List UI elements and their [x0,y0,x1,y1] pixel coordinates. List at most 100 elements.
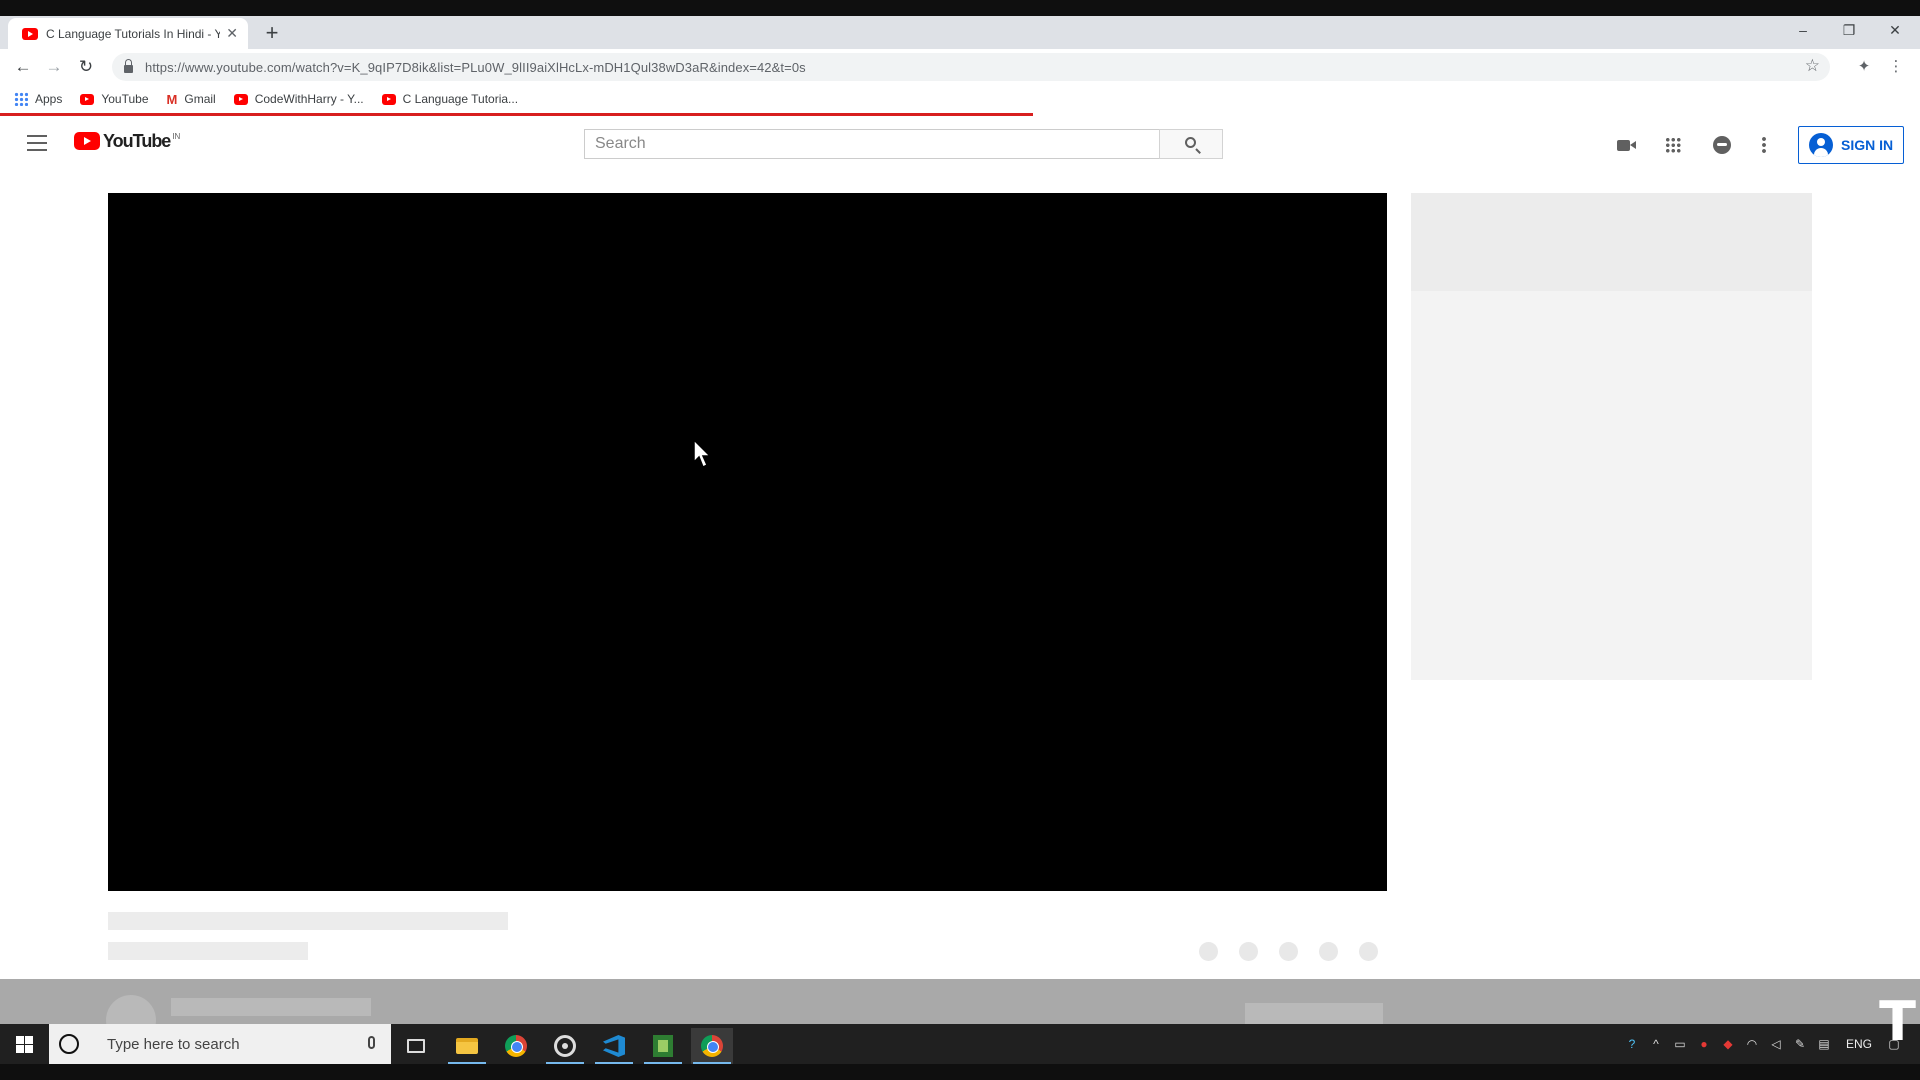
youtube-icon [381,93,396,105]
url-text: https://www.youtube.com/watch?v=K_9qIP7D… [145,59,806,75]
youtube-icon [80,93,95,105]
bookmark-label: YouTube [101,92,149,106]
settings-more-icon[interactable] [1762,136,1766,154]
extension-icon[interactable]: ✦ [1852,55,1876,79]
avatar-placeholder [106,995,156,1024]
window-close-button[interactable]: ✕ [1872,16,1918,44]
microphone-icon[interactable] [368,1036,375,1049]
show-hidden-icons-chevron-icon[interactable]: ^ [1644,1024,1668,1064]
hamburger-menu-icon[interactable] [27,135,47,151]
taskbar-vscode[interactable] [593,1028,635,1064]
bookmark-codewithharry[interactable]: CodeWithHarry - Y... [233,92,364,106]
browser-tab-active[interactable]: C Language Tutorials In Hindi - Y ✕ [8,18,248,49]
apps-grid-icon[interactable] [1665,137,1681,153]
search-button[interactable] [1159,129,1223,159]
bookmark-gmail[interactable]: M Gmail [167,92,216,107]
volume-icon[interactable]: ◁ [1764,1024,1788,1064]
messages-icon[interactable] [1713,136,1731,154]
bookmarks-bar: Apps YouTube M Gmail CodeWithHarry - Y..… [0,85,1920,113]
subscribe-placeholder [1245,1003,1383,1024]
account-icon [1809,133,1833,157]
region-code: IN [172,132,181,141]
forward-arrow-icon[interactable]: → [42,55,66,79]
recording-icon[interactable]: ● [1692,1024,1716,1064]
taskbar-chrome[interactable] [495,1028,537,1064]
camera-app-icon [554,1035,576,1057]
apps-grid-icon [14,92,28,106]
channel-placeholder-band [0,979,1920,1024]
youtube-play-icon [74,132,100,150]
window-restore-button[interactable]: ❐ [1826,16,1872,44]
sign-in-button[interactable]: SIGN IN [1798,126,1904,164]
channel-name-placeholder [171,998,371,1016]
bookmark-star-icon[interactable]: ☆ [1805,56,1820,76]
chrome-icon [505,1035,527,1057]
bookmark-label: Apps [35,92,63,106]
title-placeholder [108,912,508,930]
action-placeholder-dot [1199,942,1218,961]
taskbar-search-box[interactable]: Type here to search [49,1024,391,1064]
youtube-page: YouTube IN Search SIGN IN [0,113,1920,1024]
back-arrow-icon[interactable]: ← [11,55,35,79]
taskbar-chrome-profile[interactable] [691,1028,733,1064]
action-placeholder-dot [1239,942,1258,961]
window-minimize-button[interactable]: – [1780,16,1826,44]
bottom-letterbox [0,1064,1920,1080]
youtube-logo-text: YouTube [103,131,171,151]
taskbar-camera[interactable] [544,1028,586,1064]
action-placeholder-dot [1359,942,1378,961]
bookmark-label: CodeWithHarry - Y... [254,92,364,106]
tab-title: C Language Tutorials In Hindi - Y [46,26,221,41]
action-placeholder-dot [1319,942,1338,961]
action-placeholder-dot [1279,942,1298,961]
taskbar-spreadsheet[interactable] [642,1028,684,1064]
language-indicator[interactable]: ENG [1836,1037,1882,1051]
youtube-header: YouTube IN Search SIGN IN [0,116,1920,173]
bookmark-label: C Language Tutoria... [402,92,519,106]
folder-icon [456,1038,478,1054]
help-icon[interactable]: ? [1620,1024,1644,1064]
windows-taskbar: Type here to search ? ^ ▭ ● ◆ ◠ ◁ ✎ ▤ EN… [0,1024,1920,1064]
battery-icon[interactable]: ▭ [1668,1024,1692,1064]
mouse-pointer-icon [693,439,712,469]
keyboard-icon[interactable]: ▤ [1812,1024,1836,1064]
pen-icon[interactable]: ✎ [1788,1024,1812,1064]
vscode-icon [603,1035,625,1057]
search-icon [1185,137,1196,148]
chrome-icon [701,1035,723,1057]
youtube-logo[interactable]: YouTube IN [74,132,180,151]
sidebar-placeholder-header [1411,193,1812,291]
tab-close-icon[interactable]: ✕ [226,25,238,42]
taskbar-search-placeholder: Type here to search [107,1035,240,1053]
corner-watermark-glyph: T [1879,990,1916,1053]
youtube-icon [233,93,248,105]
browser-tab-strip: C Language Tutorials In Hindi - Y ✕ + – … [0,16,1920,49]
address-bar[interactable]: https://www.youtube.com/watch?v=K_9qIP7D… [112,53,1830,81]
lock-icon [124,59,133,73]
taskbar-file-explorer[interactable] [446,1028,488,1064]
bookmark-c-language[interactable]: C Language Tutoria... [381,92,519,106]
windows-start-icon[interactable] [16,1036,33,1053]
app-tray-icon[interactable]: ◆ [1716,1024,1740,1064]
wifi-icon[interactable]: ◠ [1740,1024,1764,1064]
bookmark-apps[interactable]: Apps [14,92,62,106]
browser-toolbar: ← → ↻ https://www.youtube.com/watch?v=K_… [0,49,1920,85]
create-video-icon[interactable] [1617,140,1636,151]
cortana-icon [59,1034,79,1054]
top-letterbox [0,0,1920,16]
bookmark-youtube[interactable]: YouTube [80,92,149,106]
sign-in-label: SIGN IN [1841,137,1894,153]
youtube-favicon-icon [22,27,38,40]
video-player[interactable] [108,193,1387,891]
browser-menu-icon[interactable]: ⋮ [1884,55,1908,79]
search-input[interactable]: Search [584,129,1160,159]
new-tab-button[interactable]: + [258,20,286,46]
views-placeholder [108,942,308,960]
task-view-icon [407,1039,425,1053]
reload-icon[interactable]: ↻ [74,55,98,79]
bookmark-label: Gmail [184,92,216,106]
system-tray: ? ^ ▭ ● ◆ ◠ ◁ ✎ ▤ ENG ▢ [1620,1024,1920,1064]
sidebar-placeholder [1411,193,1812,680]
task-view-button[interactable] [395,1028,437,1064]
spreadsheet-icon [653,1035,673,1057]
